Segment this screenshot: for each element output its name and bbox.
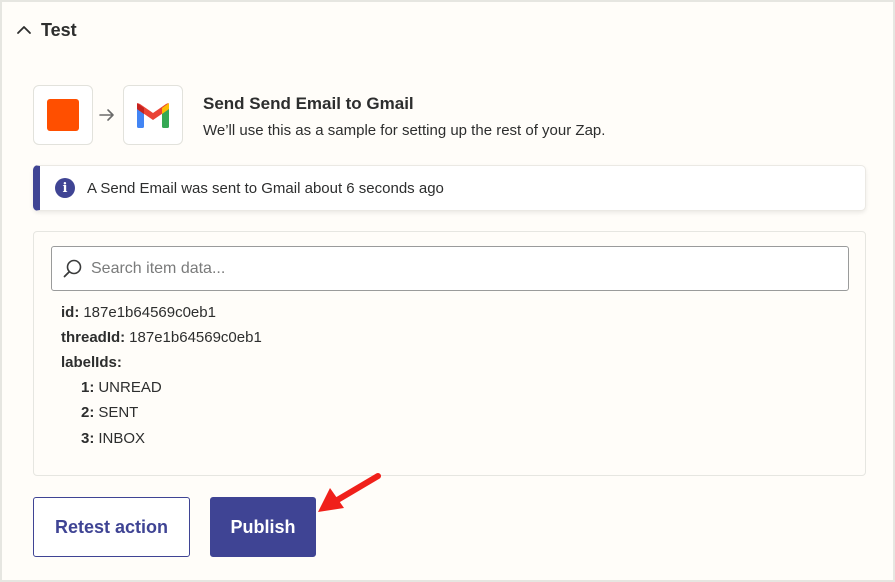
chevron-up-icon[interactable] [16, 22, 32, 38]
field-label-ids: labelIds: [61, 353, 126, 373]
orange-square-icon [47, 99, 79, 131]
label-index: 1: [81, 379, 95, 396]
label-value: UNREAD [98, 379, 162, 396]
label-index: 3: [81, 430, 95, 447]
gmail-icon [137, 103, 169, 128]
info-icon: i [55, 178, 75, 198]
red-arrow-icon [318, 473, 381, 512]
publish-button[interactable]: Publish [210, 497, 316, 557]
label-value: INBOX [98, 430, 146, 447]
label-id-item: 2: SENT [81, 403, 138, 423]
search-icon [63, 259, 82, 278]
field-key: labelIds: [61, 354, 122, 371]
label-id-item: 3: INBOX [81, 429, 145, 449]
test-panel: Test Send Send Email to Gmail We’ll use … [0, 0, 895, 582]
label-id-item: 1: UNREAD [81, 378, 162, 398]
step-subtitle: We’ll use this as a sample for setting u… [203, 122, 606, 139]
section-title: Test [41, 19, 77, 40]
field-value: 187e1b64569c0eb1 [83, 304, 216, 321]
field-key: id: [61, 304, 80, 321]
test-section-header[interactable]: Test [16, 16, 77, 44]
item-data-panel: id:187e1b64569c0eb1 threadId:187e1b64569… [33, 231, 866, 476]
search-field[interactable] [51, 246, 849, 291]
arrow-right-icon [99, 109, 114, 121]
label-value: SENT [98, 404, 139, 421]
field-id: id: 187e1b64569c0eb1 [61, 303, 216, 323]
field-value: 187e1b64569c0eb1 [129, 329, 262, 346]
action-app-tile [123, 85, 183, 145]
field-key: threadId: [61, 329, 126, 346]
info-alert: i A Send Email was sent to Gmail about 6… [33, 165, 866, 211]
search-input[interactable] [91, 259, 848, 278]
trigger-app-tile [33, 85, 93, 145]
step-title: Send Send Email to Gmail [203, 94, 414, 113]
alert-message: A Send Email was sent to Gmail about 6 s… [87, 179, 444, 197]
retest-action-button[interactable]: Retest action [33, 497, 190, 557]
field-thread-id: threadId: 187e1b64569c0eb1 [61, 328, 262, 348]
label-index: 2: [81, 404, 95, 421]
